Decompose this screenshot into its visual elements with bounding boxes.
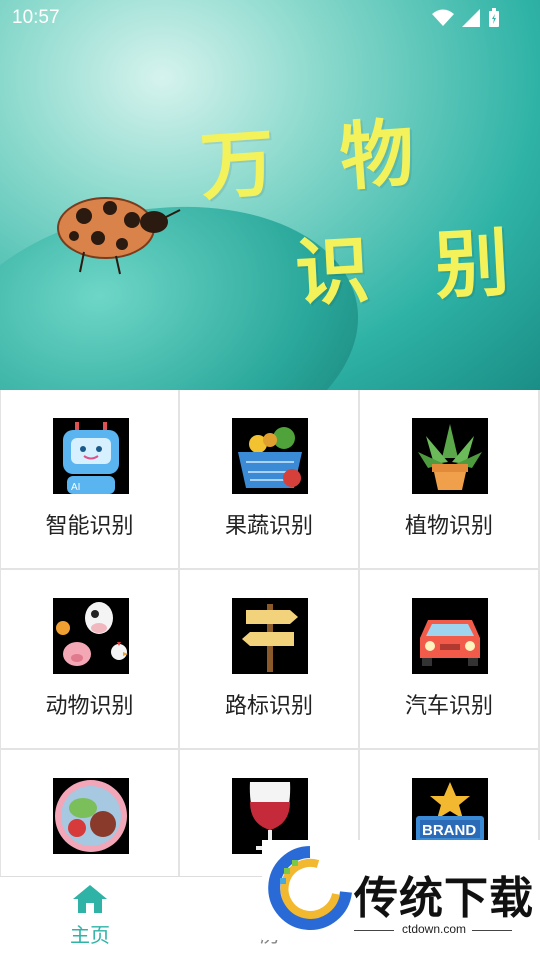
status-bar: 10:57 xyxy=(0,0,540,36)
robot-badge: AI xyxy=(71,482,80,493)
wifi-icon xyxy=(432,9,454,26)
watermark-logo-icon xyxy=(268,846,352,930)
grid-item-smart-recognition[interactable]: AI 智能识别 xyxy=(0,390,180,570)
signpost-icon xyxy=(232,598,308,674)
watermark-text: 传统下载 xyxy=(354,873,534,924)
grid-item-signpost[interactable]: 路标识别 xyxy=(180,570,360,750)
banner-title-line1: 万 物 xyxy=(197,108,437,212)
fruit-basket-icon xyxy=(232,418,308,494)
grid-item-label: 果蔬识别 xyxy=(224,514,313,539)
grid-item-label: 汽车识别 xyxy=(404,694,493,719)
ai-robot-icon: AI xyxy=(53,418,129,494)
watermark-rule-left xyxy=(354,930,394,931)
banner-title-line2: 识 别 xyxy=(293,218,532,318)
status-time: 10:57 xyxy=(12,7,60,28)
grid-item-car[interactable]: 汽车识别 xyxy=(360,570,540,750)
tab-home-label: 主页 xyxy=(70,923,110,947)
watermark-rule-right xyxy=(472,930,512,931)
car-icon xyxy=(412,598,488,674)
grid-item-label: 植物识别 xyxy=(404,514,493,539)
banner-image: 万 物 识 别 xyxy=(0,0,540,390)
brand-text: BRAND xyxy=(422,822,476,839)
watermark: 传统下载 ctdown.com xyxy=(262,840,540,940)
grid-item-label: 智能识别 xyxy=(45,514,134,539)
home-icon xyxy=(73,885,107,913)
tab-home[interactable]: 主页 xyxy=(45,883,135,948)
grid-item-fruit-veg[interactable]: 果蔬识别 xyxy=(180,390,360,570)
farm-animals-icon xyxy=(53,598,129,674)
grid-item-animal[interactable]: 动物识别 xyxy=(0,570,180,750)
watermark-url: ctdown.com xyxy=(402,922,467,936)
grid-item-plant[interactable]: 植物识别 xyxy=(360,390,540,570)
battery-icon xyxy=(489,8,499,27)
ladybug-image xyxy=(57,197,181,275)
feature-grid: AI 智能识别 果蔬识别 植物识别 动物识别 路标识别 汽车识别 BRAND xyxy=(0,390,540,930)
signal-icon xyxy=(462,9,480,27)
grid-item-label: 路标识别 xyxy=(224,694,313,719)
food-plate-icon xyxy=(53,778,129,854)
potted-plant-icon xyxy=(412,418,488,494)
grid-item-label: 动物识别 xyxy=(45,694,134,719)
